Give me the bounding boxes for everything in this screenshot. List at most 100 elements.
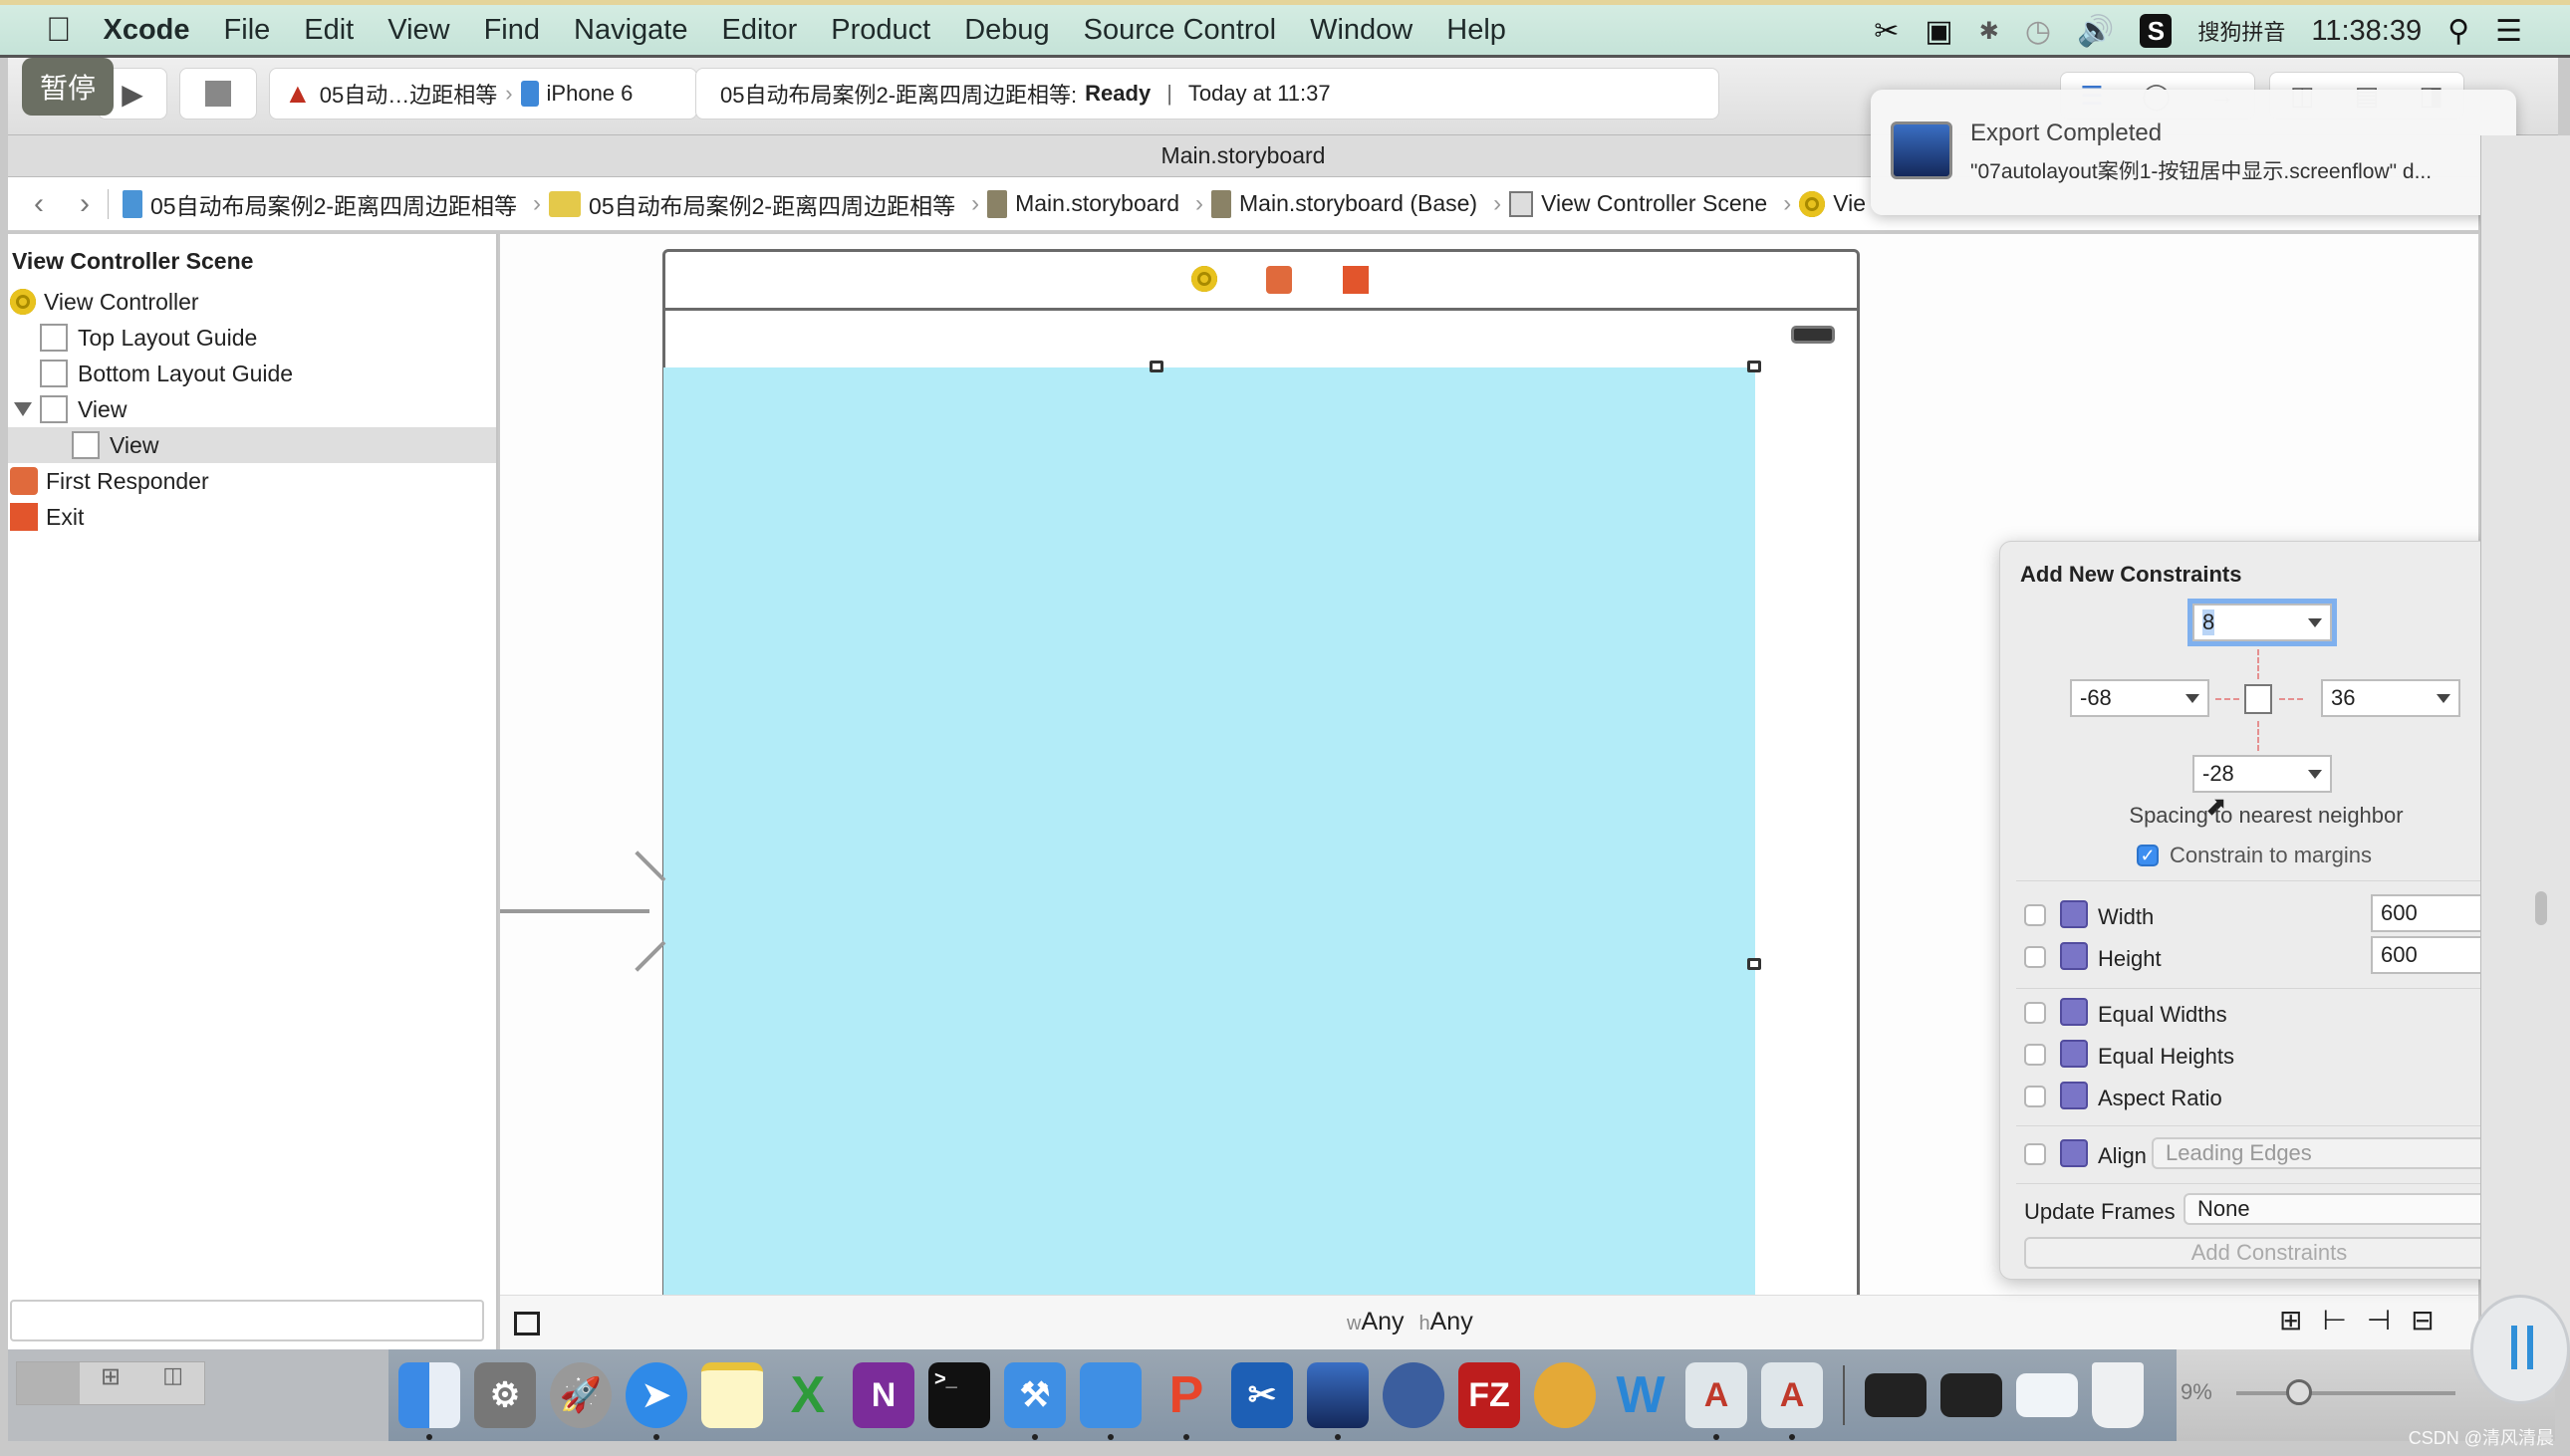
menu-product[interactable]: Product — [831, 14, 930, 47]
scissors-status-icon[interactable]: ✂ — [1874, 14, 1899, 49]
stop-button[interactable] — [179, 68, 257, 120]
dock-sketch-icon[interactable] — [1534, 1362, 1596, 1428]
constrain-margins-checkbox[interactable]: ✓ — [2137, 845, 2159, 866]
exit-icon[interactable] — [1343, 266, 1369, 294]
dock-terminal-icon[interactable]: >_ — [928, 1362, 990, 1428]
presentation-icon[interactable]: ◫ — [141, 1362, 204, 1404]
pin-icon[interactable]: ⊢ — [2322, 1304, 2346, 1336]
update-frames-popup[interactable]: None ⇕ — [2184, 1193, 2514, 1225]
menu-window[interactable]: Window — [1310, 14, 1413, 47]
menu-view[interactable]: View — [387, 14, 449, 47]
dropdown-arrow-icon[interactable] — [2308, 769, 2322, 779]
outline-item-view[interactable]: View — [8, 391, 496, 427]
dock-ftp-icon[interactable] — [1383, 1362, 1444, 1428]
resolve-issues-icon[interactable]: ⊣ — [2367, 1304, 2391, 1336]
dropdown-arrow-icon[interactable] — [2185, 693, 2199, 703]
breadcrumb-view-controller[interactable]: Vie — [1799, 190, 1866, 217]
dock-screen-share-2-icon[interactable] — [1940, 1373, 2002, 1417]
disclosure-triangle-icon[interactable] — [14, 402, 32, 416]
dock-screen-share-icon[interactable] — [1865, 1373, 1927, 1417]
zoom-slider[interactable] — [2236, 1391, 2455, 1395]
input-method-label[interactable]: 搜狗拼音 — [2197, 15, 2285, 47]
dropdown-arrow-icon[interactable] — [2437, 693, 2450, 703]
align-checkbox[interactable] — [2024, 1143, 2046, 1165]
back-button[interactable]: ‹ — [34, 187, 44, 221]
screen-recorder-icon[interactable]: ▣ — [1925, 14, 1952, 49]
equal-heights-checkbox[interactable] — [2024, 1044, 2046, 1066]
size-class-selector[interactable]: wAny hAny — [1347, 1308, 1473, 1336]
dock-instruments-icon[interactable]: A — [1685, 1362, 1747, 1440]
resizing-behavior-icon[interactable]: ⊟ — [2411, 1304, 2434, 1336]
dock-launchpad-icon[interactable]: 🚀 — [550, 1362, 612, 1428]
height-checkbox[interactable] — [2024, 946, 2046, 968]
menu-debug[interactable]: Debug — [964, 14, 1049, 47]
breadcrumb-project[interactable]: 05自动布局案例2-距离四周边距相等 — [123, 187, 517, 221]
notification-center-icon[interactable]: ☰ — [2495, 14, 2522, 49]
dock-instruments-2-icon[interactable]: A — [1761, 1362, 1823, 1440]
breadcrumb-storyboard-base[interactable]: Main.storyboard (Base) — [1211, 189, 1477, 218]
top-strut[interactable] — [2257, 649, 2259, 679]
outline-item-view-controller[interactable]: View Controller — [8, 284, 496, 320]
aspect-ratio-checkbox[interactable] — [2024, 1086, 2046, 1107]
align-icon[interactable]: ⊞ — [2279, 1304, 2302, 1336]
volume-icon[interactable]: 🔊 — [2077, 14, 2114, 49]
trailing-strut[interactable] — [2279, 698, 2303, 700]
spotlight-icon[interactable]: ⚲ — [2447, 14, 2469, 49]
bottom-spacing-combo[interactable]: -28 — [2192, 755, 2332, 793]
dock-system-preferences-icon[interactable]: ⚙ — [474, 1362, 536, 1428]
outline-item-top-layout-guide[interactable]: Top Layout Guide — [8, 320, 496, 356]
outline-item-subview[interactable]: View — [8, 427, 496, 463]
dock-finder-icon[interactable] — [398, 1362, 460, 1440]
dock-trash-icon[interactable] — [2092, 1362, 2144, 1428]
zoom-slider-knob[interactable] — [2286, 1379, 2312, 1405]
recording-pause-button[interactable] — [2470, 1295, 2570, 1404]
resize-handle-top-middle[interactable] — [1150, 361, 1163, 372]
forward-button[interactable]: › — [80, 187, 90, 221]
outline-toggle-icon[interactable] — [514, 1312, 540, 1335]
dock-simulator-icon[interactable] — [1080, 1362, 1142, 1440]
resize-handle-right-middle[interactable] — [1747, 958, 1761, 970]
outline-item-bottom-layout-guide[interactable]: Bottom Layout Guide — [8, 356, 496, 391]
leading-strut[interactable] — [2215, 698, 2239, 700]
align-popup[interactable]: Leading Edges ⇕ — [2152, 1137, 2514, 1169]
equal-widths-checkbox[interactable] — [2024, 1002, 2046, 1024]
outline-item-first-responder[interactable]: First Responder — [8, 463, 496, 499]
dock-preview-icon[interactable] — [2016, 1373, 2078, 1417]
first-responder-icon[interactable] — [1266, 266, 1292, 294]
bluetooth-icon[interactable]: ✱ — [1979, 17, 1999, 46]
width-checkbox[interactable] — [2024, 904, 2046, 926]
menu-editor[interactable]: Editor — [721, 14, 797, 47]
menu-help[interactable]: Help — [1446, 14, 1506, 47]
pause-badge[interactable]: 暂停 — [22, 58, 114, 116]
menu-app[interactable]: Xcode — [104, 14, 190, 47]
menu-file[interactable]: File — [224, 14, 271, 47]
dock-word-icon[interactable]: W — [1610, 1362, 1671, 1428]
blue-subview[interactable] — [663, 367, 1755, 1299]
dock-notes-icon[interactable] — [701, 1362, 763, 1428]
outline-filter-input[interactable] — [10, 1300, 484, 1341]
dropdown-arrow-icon[interactable] — [2308, 617, 2322, 627]
sogou-input-icon[interactable]: S — [2140, 14, 2173, 48]
breadcrumb-folder[interactable]: 05自动布局案例2-距离四周边距相等 — [549, 187, 955, 221]
menu-source-control[interactable]: Source Control — [1084, 14, 1276, 47]
dock-screenflow-icon[interactable] — [1307, 1362, 1369, 1440]
bottom-strut[interactable] — [2257, 721, 2259, 751]
clock[interactable]: 11:38:39 — [2311, 15, 2422, 48]
outline-item-exit[interactable]: Exit — [8, 499, 496, 535]
apple-menu-icon[interactable]:  — [46, 11, 72, 50]
breadcrumb-scene[interactable]: View Controller Scene — [1509, 190, 1767, 217]
dock-paw-icon[interactable]: P — [1156, 1362, 1217, 1440]
utilities-scrollbar-thumb[interactable] — [2535, 891, 2547, 925]
trailing-spacing-combo[interactable]: 36 — [2321, 679, 2460, 717]
dock-filezilla-icon[interactable]: FZ — [1458, 1362, 1520, 1428]
scheme-selector[interactable]: ▲ 05自动…边距相等 › iPhone 6 — [269, 68, 697, 120]
view-mode-switcher[interactable]: ⊞ ◫ — [16, 1361, 205, 1405]
single-view-icon[interactable] — [17, 1362, 80, 1404]
add-constraints-button[interactable]: Add Constraints — [2024, 1237, 2514, 1269]
grid-view-icon[interactable]: ⊞ — [80, 1362, 142, 1404]
time-machine-icon[interactable]: ◷ — [2025, 14, 2051, 49]
top-spacing-combo[interactable]: 8 — [2192, 604, 2332, 641]
export-notification[interactable]: Export Completed "07autolayout案例1-按钮居中显示… — [1871, 90, 2516, 215]
leading-spacing-combo[interactable]: -68 — [2070, 679, 2209, 717]
view-controller-icon[interactable] — [1191, 266, 1217, 292]
